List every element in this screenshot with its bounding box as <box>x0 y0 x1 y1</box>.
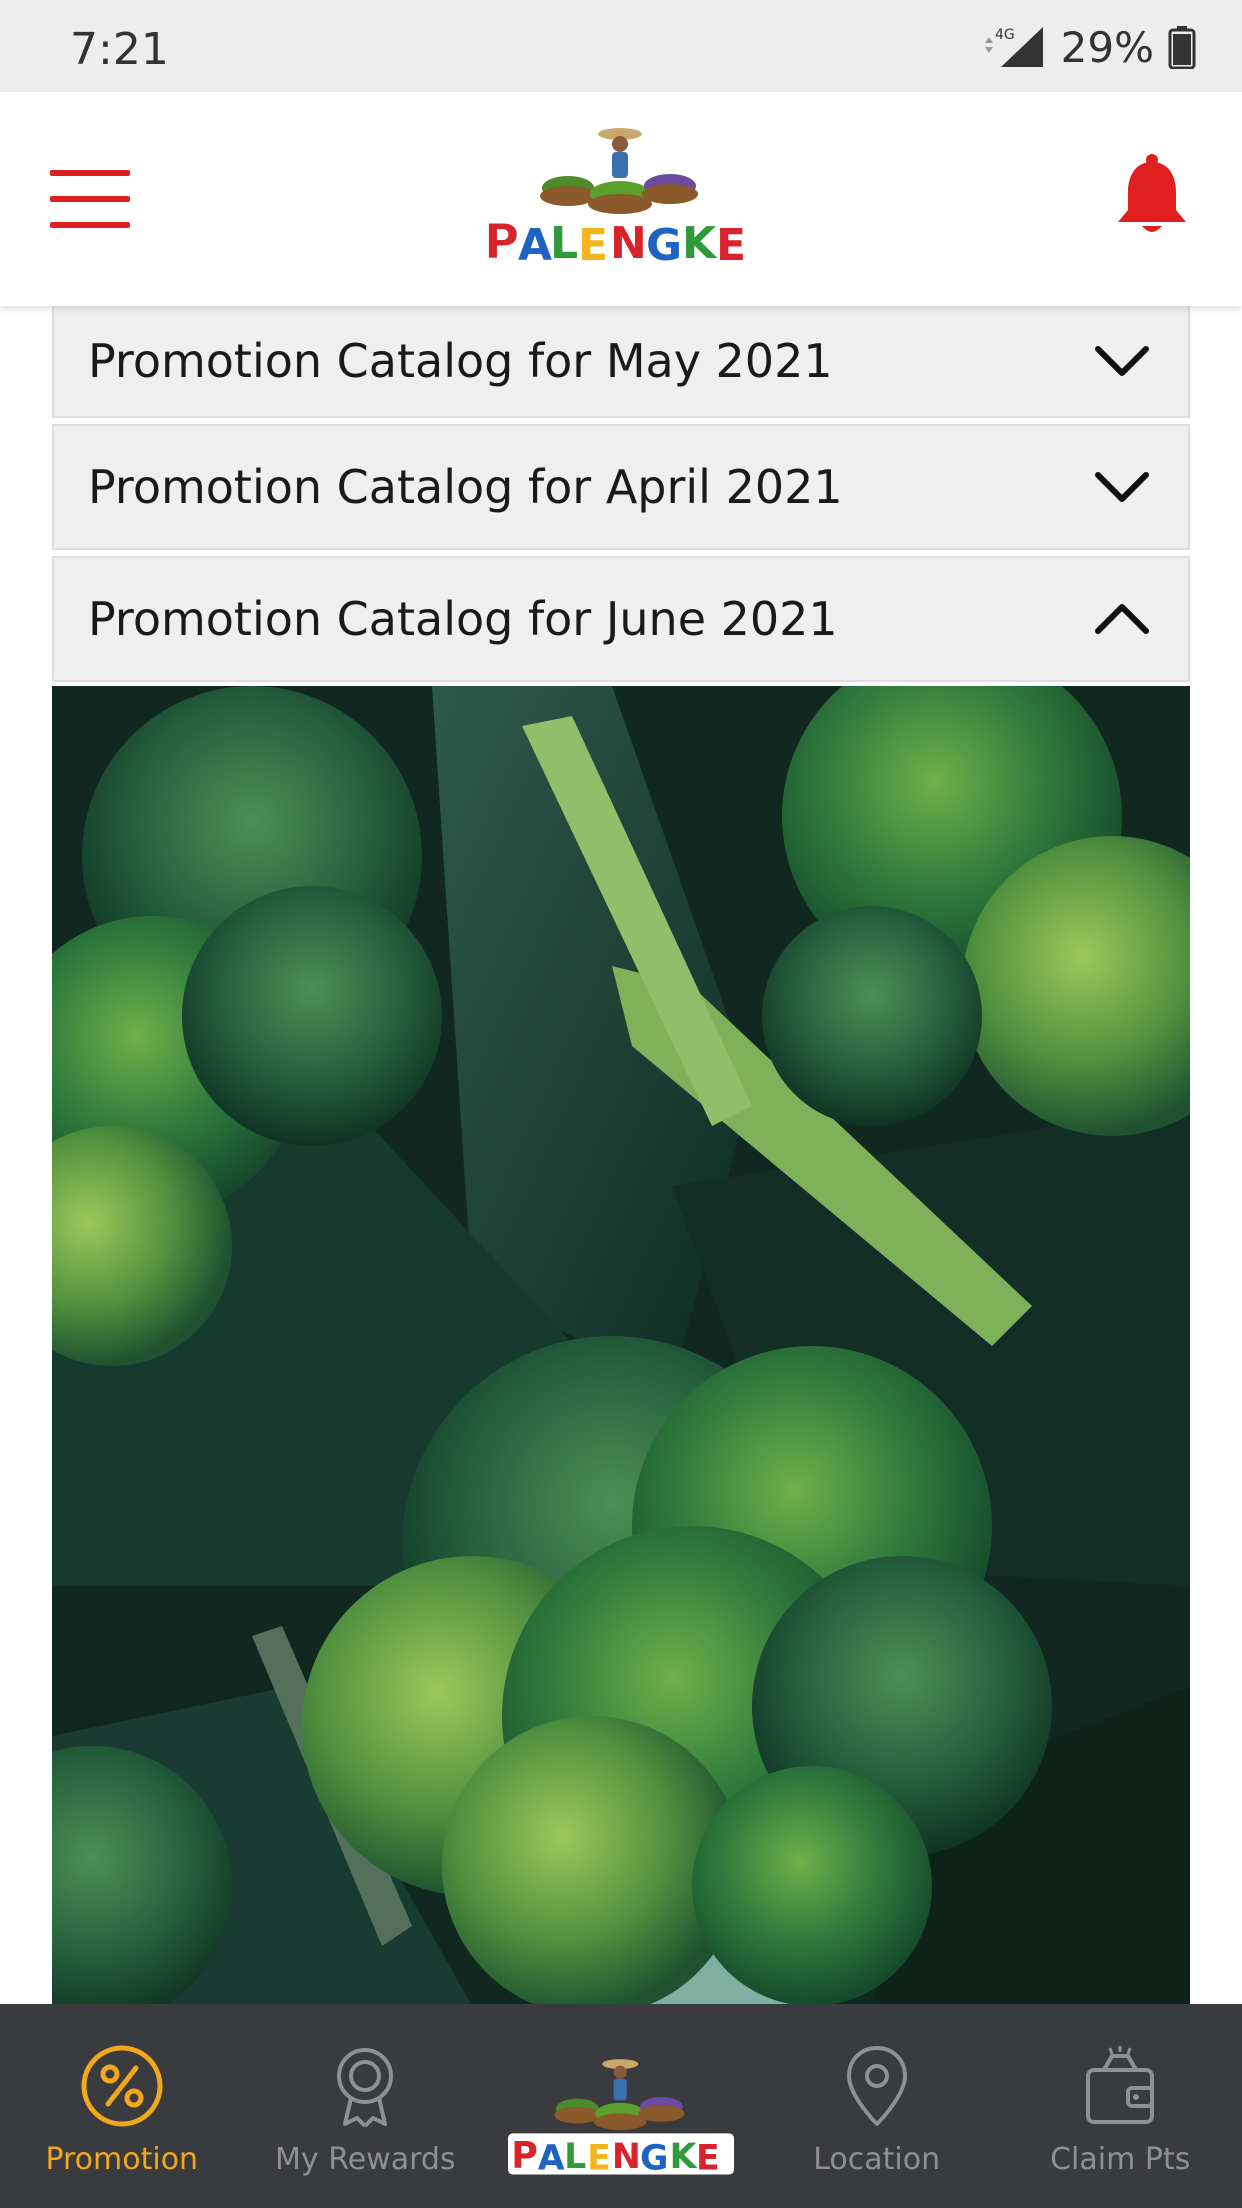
nav-item-home-logo[interactable]: P A L E N G K E <box>487 2004 755 2208</box>
svg-text:N: N <box>612 2137 641 2177</box>
accordion-item-label: Promotion Catalog for April 2021 <box>88 460 843 514</box>
svg-text:G: G <box>646 220 682 271</box>
location-pin-icon <box>846 2046 907 2126</box>
promotion-catalog-accordion: Promotion Catalog for May 2021 Promotion… <box>52 306 1190 688</box>
svg-text:A: A <box>518 220 552 271</box>
accordion-item-june-2021[interactable]: Promotion Catalog for June 2021 <box>52 556 1190 682</box>
nav-label: Location <box>813 2142 941 2177</box>
wallet-icon <box>1086 2046 1155 2124</box>
nav-item-promotion[interactable]: Promotion <box>0 2004 244 2208</box>
svg-text:A: A <box>538 2139 565 2178</box>
nav-label: Claim Pts <box>1050 2142 1191 2177</box>
nav-item-claim-pts[interactable]: Claim Pts <box>998 2004 1242 2208</box>
status-indicators: 4G 29% <box>981 22 1196 72</box>
catalog-image-june-2021[interactable] <box>52 686 1190 2006</box>
svg-text:P: P <box>484 214 519 270</box>
hamburger-menu-icon[interactable] <box>50 170 130 228</box>
award-icon <box>337 2048 394 2128</box>
battery-percent: 29% <box>1060 22 1154 72</box>
svg-text:K: K <box>670 2137 698 2177</box>
accordion-item-april-2021[interactable]: Promotion Catalog for April 2021 <box>52 424 1190 550</box>
network-type: 4G <box>995 27 1015 43</box>
svg-text:E: E <box>578 220 608 271</box>
app-header: P A L E N G K E <box>0 92 1242 306</box>
bottom-navigation: Promotion My Rewards P A L E N G K E Loc… <box>0 2004 1242 2208</box>
broccoli-photo <box>52 686 1190 2006</box>
svg-text:K: K <box>682 218 718 269</box>
chevron-down-icon <box>1095 346 1149 376</box>
status-time: 7:21 <box>70 24 169 75</box>
battery-icon <box>1168 26 1196 69</box>
chevron-down-icon <box>1095 472 1149 502</box>
accordion-item-may-2021[interactable]: Promotion Catalog for May 2021 <box>52 306 1190 418</box>
percent-icon <box>81 2045 163 2127</box>
svg-text:N: N <box>610 218 647 269</box>
status-bar: 7:21 4G 29% <box>0 0 1242 92</box>
accordion-item-label: Promotion Catalog for June 2021 <box>88 592 838 646</box>
palengke-logo: P A L E N G K E <box>484 128 746 271</box>
svg-text:P: P <box>511 2134 538 2177</box>
nav-label: Promotion <box>45 2142 199 2177</box>
nav-label: My Rewards <box>275 2142 456 2177</box>
chevron-up-icon <box>1095 604 1149 634</box>
accordion-item-label: Promotion Catalog for May 2021 <box>88 334 833 388</box>
svg-text:L: L <box>564 2137 586 2177</box>
bell-icon[interactable] <box>1112 152 1192 236</box>
nav-item-location[interactable]: Location <box>755 2004 999 2208</box>
svg-text:G: G <box>640 2139 668 2178</box>
svg-text:L: L <box>550 218 578 269</box>
signal-icon: 4G <box>984 27 1043 67</box>
nav-item-my-rewards[interactable]: My Rewards <box>244 2004 488 2208</box>
svg-text:E: E <box>587 2139 611 2178</box>
svg-text:E: E <box>716 220 746 271</box>
svg-text:E: E <box>696 2139 720 2178</box>
palengke-logo: P A L E N G K E <box>508 2059 734 2178</box>
